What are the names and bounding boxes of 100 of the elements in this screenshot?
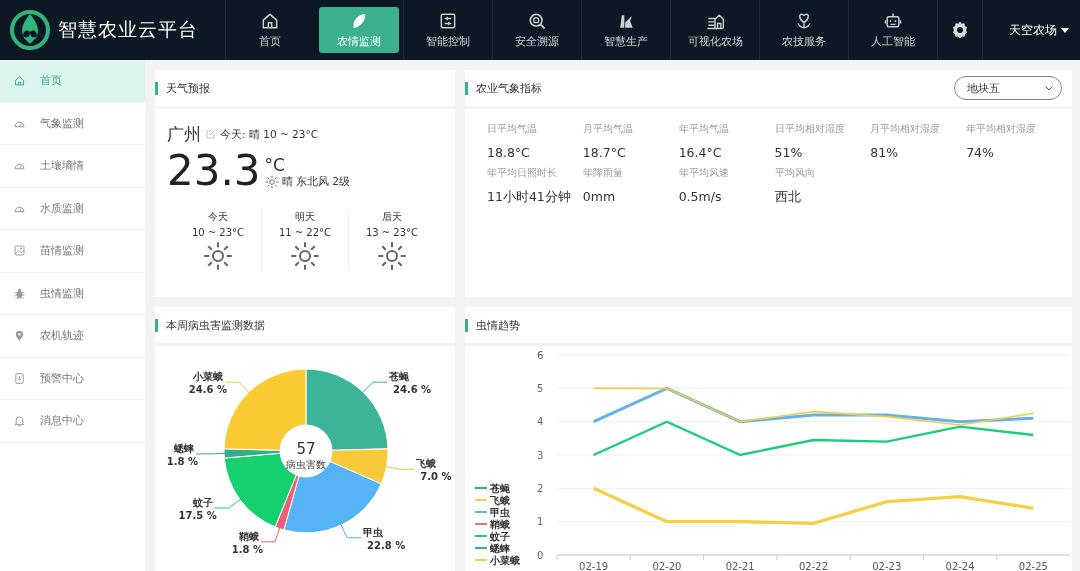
sidebar-item[interactable]: 预警中心 [0, 357, 145, 400]
forecast-range: 13 ~ 23°C [365, 227, 419, 238]
forecast-range: 10 ~ 23°C [191, 227, 245, 238]
farm-dropdown[interactable]: 天空农场 [1003, 20, 1075, 40]
bell-icon [13, 414, 26, 428]
nav-tab[interactable]: 人工智能 [848, 0, 937, 60]
y-tick-label: 3 [537, 449, 544, 461]
slice-percent: 1.8 % [231, 543, 263, 555]
today-summary: 今天: 晴 10 ~ 23°C [220, 127, 318, 142]
robot-icon [883, 11, 903, 31]
sidebar-item[interactable]: 消息中心 [0, 400, 145, 443]
slice-percent: 22.8 % [367, 539, 406, 551]
legend-item[interactable]: 蚊子 [474, 531, 510, 542]
indicator-value: 西北 [774, 188, 802, 206]
legend-item[interactable]: 小菜蛾 [474, 555, 520, 566]
slice-label: 苍蝇 [388, 371, 409, 383]
card-title: 虫情趋势 [465, 318, 520, 332]
y-tick-label: 6 [537, 349, 544, 361]
indicator-value: 16.4°C [678, 144, 723, 162]
slice-percent: 24.6 % [188, 384, 228, 396]
nav-tab[interactable]: 可视化农场 [670, 0, 759, 60]
slice-percent: 24.6 % [392, 384, 432, 396]
settings-icon[interactable] [951, 21, 969, 39]
indicator-label: 年平均气温 [678, 123, 730, 136]
y-tick-label: 5 [537, 382, 544, 394]
x-tick-label: 02-21 [725, 561, 755, 571]
sun-icon [290, 241, 320, 271]
sidebar-item[interactable]: 气象监测 [0, 102, 145, 145]
slice-label: 蟋蟀 [174, 442, 195, 454]
leader-line [339, 521, 362, 539]
legend-item[interactable]: 飞蛾 [474, 495, 510, 506]
legend-item[interactable]: 蟋蟀 [474, 543, 510, 554]
nav-tab[interactable]: 首页 [225, 0, 314, 60]
slice-label: 鞘蛾 [238, 530, 259, 542]
slice-percent: 17.5 % [178, 510, 217, 521]
y-tick-label: 4 [537, 416, 544, 428]
forecast-day: 明天 [295, 210, 315, 224]
slice-label: 小菜蛾 [193, 371, 224, 383]
legend-label: 飞蛾 [489, 495, 510, 506]
caret-icon [1061, 27, 1069, 33]
card-title: 本周病虫害监测数据 [155, 318, 265, 332]
slice-percent: 7.0 % [420, 471, 452, 483]
slice-label: 甲虫 [363, 526, 384, 538]
sun-icon [203, 241, 233, 271]
x-tick-label: 02-25 [1018, 561, 1048, 571]
location-pin-icon [13, 329, 26, 343]
legend-label: 小菜蛾 [489, 555, 520, 566]
x-tick-label: 02-23 [872, 561, 902, 571]
house-icon [13, 74, 26, 88]
house-icon [260, 11, 280, 31]
brand-name: 智慧农业云平台 [58, 17, 198, 42]
indicator-value: 81% [870, 144, 900, 162]
indicator-value: 74% [966, 144, 995, 162]
indicator-value: 0.5m/s [678, 188, 723, 206]
leader-line [260, 525, 281, 543]
nav-tab[interactable]: 安全溯源 [492, 0, 581, 60]
sidebar-item[interactable]: 虫情监测 [0, 272, 145, 315]
total-count: 57 [296, 440, 316, 458]
forecast-range: 11 ~ 22°C [278, 227, 332, 238]
card-title: 天气预报 [155, 81, 210, 95]
nav-tab[interactable]: 农技服务 [759, 0, 848, 60]
slice-label: 蚊子 [192, 497, 213, 508]
weather-condition: 晴 东北风 2级 [281, 175, 350, 189]
search-icon [527, 11, 547, 31]
image-icon [13, 244, 26, 258]
nav-tab[interactable]: 智慧生产 [581, 0, 670, 60]
phone-alert-icon [13, 371, 26, 385]
slice-label: 飞蛾 [416, 458, 437, 470]
indicator-value: 18.7°C [582, 144, 627, 162]
leaf-logo-icon [10, 10, 50, 50]
sun-icon [377, 241, 407, 271]
legend-item[interactable]: 鞘蛾 [474, 519, 510, 530]
legend-item[interactable]: 苍蝇 [474, 483, 510, 494]
chevron-down-icon [1045, 85, 1053, 91]
temperature: 23.3 [167, 148, 261, 194]
sidebar-item[interactable]: 苗情监测 [0, 230, 145, 273]
indicator-label: 月平均气温 [582, 123, 634, 136]
sidebar-item[interactable]: 水质监测 [0, 187, 145, 230]
nav-tab[interactable]: 智能控制 [403, 0, 492, 60]
indicator-value: 51% [774, 144, 804, 162]
indicator-label: 年平均风速 [678, 167, 730, 180]
legend-label: 蚊子 [489, 531, 510, 542]
indicator-label: 年平均日照时长 [487, 167, 558, 180]
indicator-value: 0mm [582, 188, 617, 206]
leader-line [383, 465, 415, 470]
indicator-value: 11小时41分钟 [487, 188, 572, 206]
total-label: 病虫害数 [286, 459, 326, 470]
sidebar-item[interactable]: 农机轨迹 [0, 315, 145, 358]
y-tick-label: 1 [537, 516, 544, 528]
legend-item[interactable]: 甲虫 [474, 507, 510, 518]
indicator-value: 18.8°C [487, 144, 531, 162]
sidebar-item[interactable]: 土壤墒情 [0, 145, 145, 188]
building-icon [705, 11, 725, 31]
indicator-label: 年平均相对湿度 [966, 123, 1038, 136]
legend-label: 蟋蟀 [489, 543, 510, 554]
indicator-label: 月平均相对湿度 [870, 123, 942, 136]
legend-label: 苍蝇 [489, 483, 511, 494]
bug-icon [13, 286, 26, 300]
indicator-label: 日平均相对湿度 [774, 123, 846, 136]
card-title: 农业气象指标 [465, 81, 542, 95]
